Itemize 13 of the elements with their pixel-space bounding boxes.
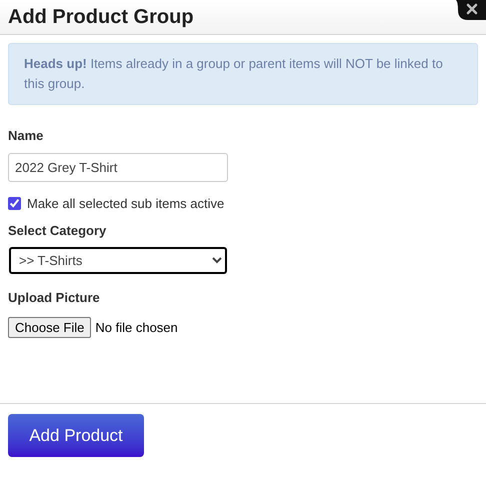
add-product-button[interactable]: Add Product [8, 414, 144, 457]
category-label: Select Category [8, 222, 108, 240]
dialog-title: Add Product Group [8, 5, 194, 30]
name-label: Name [8, 127, 44, 145]
name-field[interactable]: 2022 Grey T-Shirt [8, 152, 228, 182]
alert-message: Heads up! Items already in a group or parent items will NOT be linked to this group. [24, 55, 444, 93]
category-select[interactable]: >> T-Shirts [9, 246, 227, 274]
upload-label: Upload Picture [8, 288, 101, 307]
close-icon[interactable] [456, 0, 486, 20]
file-status: No file chosen [95, 318, 178, 337]
checkbox-label: Make all selected sub items active [27, 194, 224, 212]
choose-file-button[interactable]: Choose File [8, 317, 92, 338]
active-checkbox[interactable] [8, 196, 21, 210]
